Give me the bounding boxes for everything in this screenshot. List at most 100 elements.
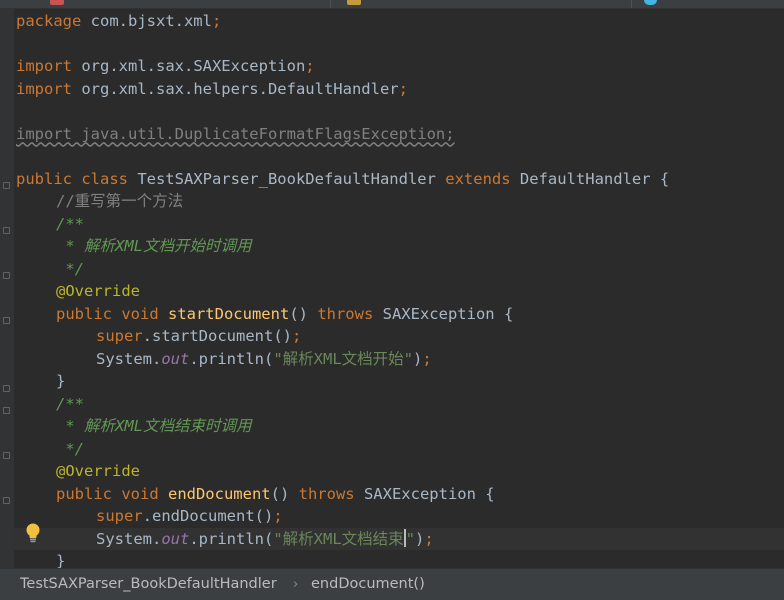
code-line[interactable]: } <box>14 370 65 393</box>
code-token: extends <box>445 169 511 188</box>
xml-file-icon <box>347 0 361 5</box>
code-token: () <box>289 304 318 323</box>
code-token: * 解析XML文档开始时调用 <box>56 237 252 255</box>
code-line[interactable]: * 解析XML文档结束时调用 <box>14 415 252 438</box>
code-token: out <box>161 529 190 548</box>
code-token: package <box>16 12 82 30</box>
code-token: () <box>270 484 299 503</box>
fold-marker-icon[interactable] <box>3 317 10 324</box>
code-line[interactable]: System.out.println("解析XML文档开始"); <box>14 348 432 371</box>
code-token: super <box>96 507 143 525</box>
code-line[interactable]: public void startDocument() throws SAXEx… <box>14 303 513 326</box>
code-line[interactable]: public void endDocument() throws SAXExce… <box>14 483 495 506</box>
code-line[interactable] <box>14 145 16 168</box>
code-line[interactable]: import java.util.DuplicateFormatFlagsExc… <box>14 123 455 146</box>
code-token: out <box>161 349 190 368</box>
code-token: " <box>405 529 415 548</box>
code-token: public void <box>56 484 168 503</box>
code-editor[interactable]: package com.bjsxt.xml; import org.xml.sax… <box>14 8 784 568</box>
code-line[interactable]: package com.bjsxt.xml; <box>14 10 221 33</box>
code-token: */ <box>56 259 84 278</box>
code-token: */ <box>56 439 84 458</box>
breadcrumb-separator: › <box>293 577 299 592</box>
code-token: .endDocument() <box>142 507 274 525</box>
code-token: ; <box>273 507 283 525</box>
fold-marker-icon[interactable] <box>3 272 10 279</box>
code-token: * 解析XML文档结束时调用 <box>56 417 252 435</box>
code-token: ; <box>398 79 408 98</box>
code-token: ; <box>305 57 315 75</box>
code-token: import <box>16 79 72 98</box>
code-token: System. <box>96 349 162 368</box>
code-line[interactable]: * 解析XML文档开始时调用 <box>14 235 252 258</box>
code-token: ) <box>413 349 423 368</box>
code-line[interactable] <box>14 100 16 123</box>
code-token: ; <box>211 12 222 30</box>
fold-marker-icon[interactable] <box>3 385 10 392</box>
code-line[interactable]: import org.xml.sax.helpers.DefaultHandle… <box>14 78 408 101</box>
fold-marker-icon[interactable] <box>3 407 10 414</box>
code-token: throws <box>317 304 374 323</box>
code-token: System. <box>96 529 162 548</box>
code-line[interactable]: } <box>14 550 65 568</box>
code-line[interactable]: System.out.println("解析XML文档结束 "); <box>14 527 784 550</box>
code-token: import java.util.DuplicateFormatFlagsExc… <box>16 124 455 143</box>
breadcrumb-method[interactable]: endDocument() <box>311 569 425 600</box>
code-line[interactable]: super.endDocument(); <box>14 505 283 528</box>
code-token: SAXException { <box>354 484 495 503</box>
code-line[interactable]: /** <box>14 393 84 416</box>
code-line[interactable]: @Override <box>14 280 140 303</box>
lightbulb-icon[interactable] <box>24 522 42 544</box>
code-token: } <box>56 372 66 390</box>
code-line[interactable]: @Override <box>14 460 140 483</box>
fold-marker-icon[interactable] <box>3 497 10 504</box>
editor-gutter[interactable] <box>0 8 14 568</box>
code-token: /** <box>56 214 84 233</box>
code-token: public class <box>16 169 128 188</box>
code-token: .println( <box>189 529 274 548</box>
code-token: ) <box>415 529 425 548</box>
code-line[interactable]: import org.xml.sax.SAXException; <box>14 55 315 78</box>
code-token: com.bjsxt.xml <box>81 12 212 30</box>
editor-tab[interactable] <box>0 0 331 8</box>
code-token: import <box>16 57 72 75</box>
code-line[interactable]: /** <box>14 213 84 236</box>
code-line[interactable]: */ <box>14 258 84 281</box>
code-token: ; <box>422 349 432 368</box>
code-token: //重写第一个方法 <box>56 192 184 210</box>
code-token: "解析XML文档开始" <box>273 349 413 368</box>
code-token: @Override <box>56 282 140 300</box>
code-token: startDocument <box>167 304 290 323</box>
code-line[interactable]: public class TestSAXParser_BookDefaultHa… <box>14 168 669 191</box>
class-file-icon <box>644 0 657 5</box>
code-token: SAXException { <box>373 304 514 323</box>
fold-marker-icon[interactable] <box>3 452 10 459</box>
code-token: .startDocument() <box>142 327 292 345</box>
code-line[interactable]: //重写第一个方法 <box>14 190 183 213</box>
editor-tab[interactable] <box>632 0 784 8</box>
breadcrumb-class[interactable]: TestSAXParser_BookDefaultHandler <box>20 569 277 600</box>
code-token: org.xml.sax.helpers.DefaultHandler <box>72 79 399 98</box>
editor-tab[interactable] <box>331 0 632 8</box>
code-token: "解析XML文档结束 <box>273 529 404 548</box>
code-token: ; <box>291 327 302 345</box>
code-token: ; <box>424 529 434 548</box>
fold-marker-icon[interactable] <box>3 182 10 189</box>
code-token: throws <box>298 484 355 503</box>
code-token: } <box>56 552 66 568</box>
code-token: public void <box>56 304 168 323</box>
code-token: .println( <box>189 349 274 368</box>
code-token: @Override <box>56 462 140 480</box>
code-line[interactable] <box>14 33 16 56</box>
fold-marker-icon[interactable] <box>3 227 10 234</box>
code-token: super <box>96 327 143 345</box>
code-token: TestSAXParser_BookDefaultHandler <box>127 169 446 188</box>
breadcrumb: TestSAXParser_BookDefaultHandler › endDo… <box>0 568 784 600</box>
code-token: /** <box>56 394 84 413</box>
code-token: DefaultHandler { <box>510 169 670 188</box>
code-line[interactable]: super.startDocument(); <box>14 325 301 348</box>
code-token: org.xml.sax.SAXException <box>72 57 306 75</box>
code-line[interactable]: */ <box>14 438 84 461</box>
code-token: endDocument <box>167 484 271 503</box>
java-file-icon <box>50 0 64 5</box>
